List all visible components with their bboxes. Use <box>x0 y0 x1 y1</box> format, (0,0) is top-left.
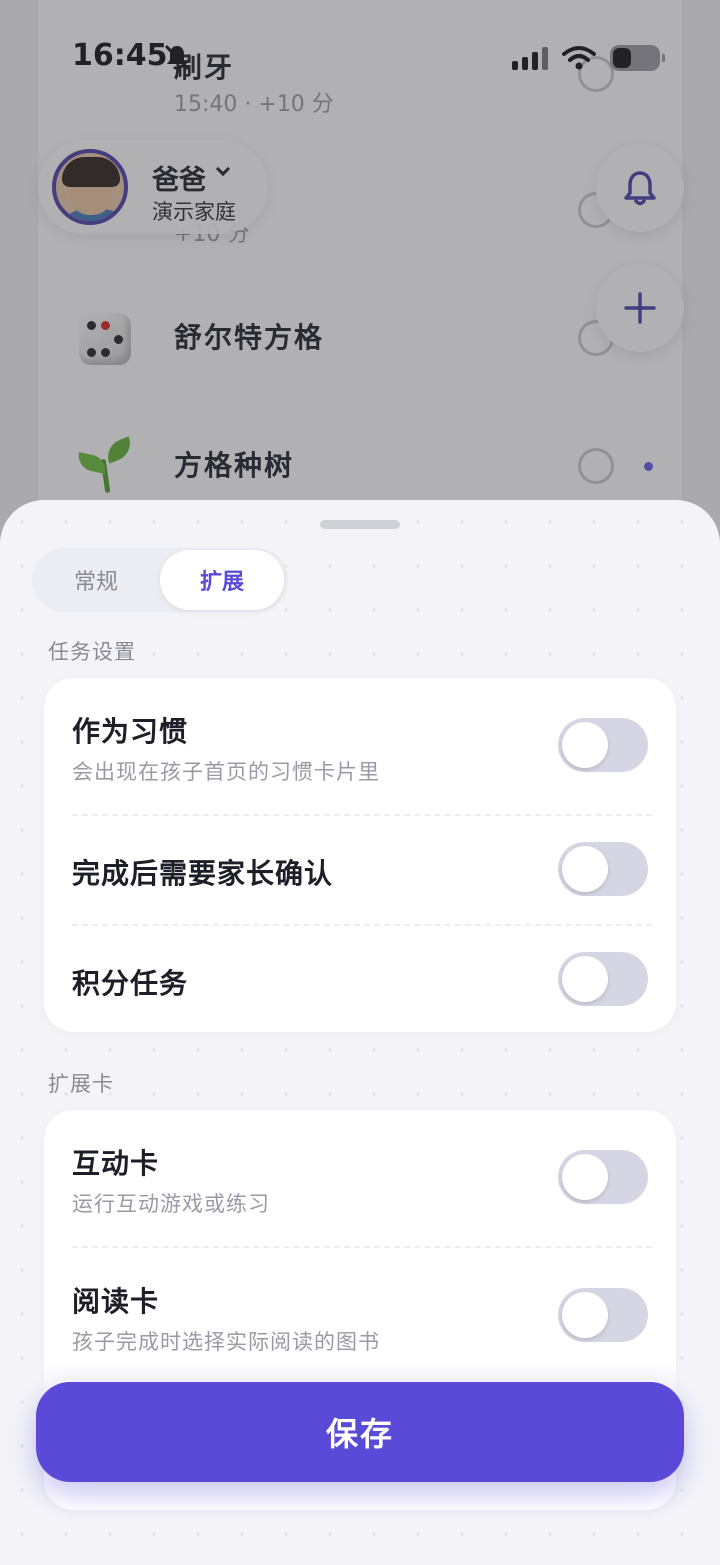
ext-description: 运行互动游戏或练习 <box>72 1192 270 1216</box>
sheet-grabber[interactable] <box>320 520 400 529</box>
points-task-toggle[interactable] <box>558 952 648 1006</box>
setting-title: 作为习惯 <box>72 715 189 748</box>
background-page: 刷牙 15:40 · +10 分 +10 分 舒尔特方格 方格种树 爸爸 演示家… <box>0 0 720 560</box>
ext-description: 孩子完成时选择实际阅读的图书 <box>72 1330 380 1354</box>
ext-title: 互动卡 <box>72 1147 160 1180</box>
section-label-extension-cards: 扩展卡 <box>48 1072 114 1096</box>
setting-row-points: 积分任务 <box>44 924 676 1032</box>
interactive-card-toggle[interactable] <box>558 1150 648 1204</box>
setting-description: 会出现在孩子首页的习惯卡片里 <box>72 760 380 784</box>
habit-toggle[interactable] <box>558 718 648 772</box>
save-button[interactable]: 保存 <box>36 1382 684 1482</box>
ext-row-interactive: 互动卡 运行互动游戏或练习 <box>44 1110 676 1246</box>
section-label-task-settings: 任务设置 <box>48 640 136 664</box>
setting-title: 完成后需要家长确认 <box>72 857 334 890</box>
modal-dim-overlay[interactable] <box>0 0 720 560</box>
parent-confirm-toggle[interactable] <box>558 842 648 896</box>
tab-general[interactable]: 常规 <box>36 550 156 610</box>
ext-title: 阅读卡 <box>72 1285 160 1318</box>
tab-extension[interactable]: 扩展 <box>160 550 284 610</box>
setting-title: 积分任务 <box>72 967 189 1000</box>
task-settings-card: 作为习惯 会出现在孩子首页的习惯卡片里 完成后需要家长确认 积分任务 <box>44 678 676 1032</box>
setting-row-parent-confirm: 完成后需要家长确认 <box>44 814 676 924</box>
setting-row-habit: 作为习惯 会出现在孩子首页的习惯卡片里 <box>44 678 676 814</box>
reading-card-toggle[interactable] <box>558 1288 648 1342</box>
tab-switcher: 常规 扩展 <box>32 548 288 612</box>
